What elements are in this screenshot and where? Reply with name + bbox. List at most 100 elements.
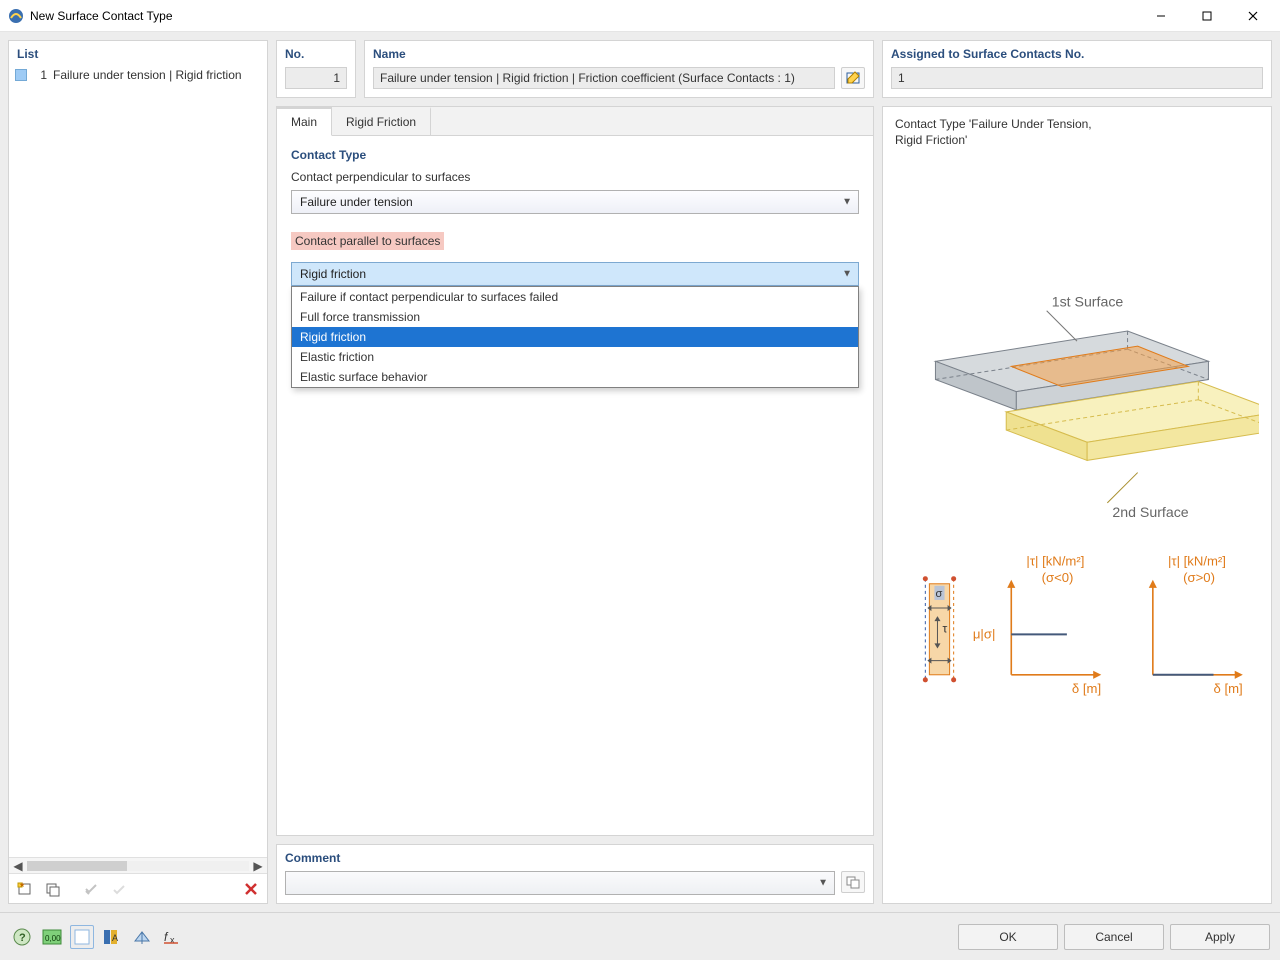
middle-left: Main Rigid Friction Contact Type Contact…: [276, 106, 874, 904]
delete-item-button[interactable]: [239, 877, 263, 901]
list-item[interactable]: 1 Failure under tension | Rigid friction: [9, 65, 267, 85]
dropdown-option-label: Elastic surface behavior: [300, 370, 427, 384]
tab-main[interactable]: Main: [277, 107, 332, 136]
perp-combo[interactable]: Failure under tension ▼: [291, 190, 859, 214]
list-horizontal-scrollbar[interactable]: ◀ ▶: [9, 857, 267, 873]
help-button[interactable]: ?: [10, 925, 34, 949]
tab-bar: Main Rigid Friction: [277, 107, 873, 136]
svg-text:σ: σ: [935, 588, 942, 600]
cancel-label: Cancel: [1095, 930, 1132, 944]
svg-text:(σ>0): (σ>0): [1183, 570, 1215, 585]
list-body: 1 Failure under tension | Rigid friction: [9, 65, 267, 857]
comment-label: Comment: [285, 851, 865, 865]
scroll-right-icon[interactable]: ▶: [251, 859, 265, 873]
dropdown-option[interactable]: Elastic surface behavior: [292, 367, 858, 387]
svg-text:0,00: 0,00: [45, 934, 61, 943]
no-value: 1: [333, 71, 340, 85]
contact-type-heading: Contact Type: [291, 148, 859, 162]
svg-text:★: ★: [19, 881, 25, 889]
tab-rigid-friction[interactable]: Rigid Friction: [332, 107, 431, 135]
chevron-down-icon: ▼: [818, 878, 828, 889]
scroll-thumb[interactable]: [27, 861, 127, 871]
content-area: List 1 Failure under tension | Rigid fri…: [0, 32, 1280, 912]
name-label: Name: [373, 47, 865, 61]
svg-text:A: A: [112, 933, 118, 943]
title-bar: New Surface Contact Type: [0, 0, 1280, 32]
dropdown-option-label: Failure if contact perpendicular to surf…: [300, 290, 558, 304]
list-item-index: 1: [33, 68, 47, 82]
dropdown-option[interactable]: Failure if contact perpendicular to surf…: [292, 287, 858, 307]
close-button[interactable]: [1230, 1, 1276, 31]
view-button[interactable]: [130, 925, 154, 949]
check-all-button[interactable]: [79, 877, 103, 901]
preview-title-line1: Contact Type 'Failure Under Tension,: [895, 117, 1259, 131]
parallel-dropdown-list: Failure if contact perpendicular to surf…: [291, 286, 859, 388]
comment-library-button[interactable]: [841, 871, 865, 893]
window-title: New Surface Contact Type: [30, 9, 173, 23]
list-header: List: [9, 41, 267, 65]
edit-name-button[interactable]: [841, 67, 865, 89]
ok-button[interactable]: OK: [958, 924, 1058, 950]
dropdown-option[interactable]: Full force transmission: [292, 307, 858, 327]
color-button[interactable]: [70, 925, 94, 949]
preview-panel: Contact Type 'Failure Under Tension, Rig…: [882, 106, 1272, 904]
list-toolbar: ★: [9, 873, 267, 903]
parallel-dropdown: Rigid friction ▼ Failure if contact perp…: [291, 262, 859, 286]
footer-bar: ? 0,00 A fx OK Cancel Apply: [0, 912, 1280, 960]
svg-text:|τ| [kN/m²]: |τ| [kN/m²]: [1026, 554, 1084, 569]
parallel-combo-value: Rigid friction: [300, 267, 366, 281]
cancel-button[interactable]: Cancel: [1064, 924, 1164, 950]
ok-label: OK: [999, 930, 1016, 944]
tab-container: Main Rigid Friction Contact Type Contact…: [276, 106, 874, 836]
parallel-combo[interactable]: Rigid friction ▼: [291, 262, 859, 286]
right-area: No. 1 Name Failure under tension | Rigid…: [276, 40, 1272, 904]
new-item-button[interactable]: ★: [13, 877, 37, 901]
dropdown-option-label: Rigid friction: [300, 330, 366, 344]
preview-title-line2: Rigid Friction': [895, 133, 1259, 147]
tab-main-label: Main: [291, 115, 317, 129]
comment-input[interactable]: ▼: [285, 871, 835, 895]
comment-box: Comment ▼: [276, 844, 874, 904]
uncheck-all-button[interactable]: [107, 877, 131, 901]
chevron-down-icon: ▼: [842, 269, 852, 280]
perp-combo-value: Failure under tension: [300, 195, 413, 209]
assigned-value: 1: [898, 71, 905, 85]
surf2-label: 2nd Surface: [1112, 504, 1188, 520]
list-item-text: Failure under tension | Rigid friction: [53, 68, 242, 82]
svg-text:τ: τ: [943, 621, 948, 635]
copy-item-button[interactable]: [41, 877, 65, 901]
svg-text:δ [m]: δ [m]: [1213, 681, 1242, 696]
maximize-button[interactable]: [1184, 1, 1230, 31]
svg-text:(σ<0): (σ<0): [1042, 570, 1074, 585]
svg-text:?: ?: [19, 932, 26, 944]
dropdown-option-label: Elastic friction: [300, 350, 374, 364]
top-fields: No. 1 Name Failure under tension | Rigid…: [276, 40, 1272, 98]
tab-body: Contact Type Contact perpendicular to su…: [277, 136, 873, 835]
svg-text:f: f: [164, 930, 169, 944]
name-field-box: Name Failure under tension | Rigid frict…: [364, 40, 874, 98]
apply-label: Apply: [1205, 930, 1235, 944]
list-item-icon: [15, 69, 27, 81]
assigned-field-box: Assigned to Surface Contacts No. 1: [882, 40, 1272, 98]
svg-text:δ [m]: δ [m]: [1072, 681, 1101, 696]
parallel-label: Contact parallel to surfaces: [291, 232, 444, 250]
middle-area: Main Rigid Friction Contact Type Contact…: [276, 106, 1272, 904]
apply-button[interactable]: Apply: [1170, 924, 1270, 950]
scroll-track[interactable]: [27, 861, 249, 871]
svg-text:|τ| [kN/m²]: |τ| [kN/m²]: [1168, 554, 1226, 569]
dropdown-option-selected[interactable]: Rigid friction: [292, 327, 858, 347]
assigned-label: Assigned to Surface Contacts No.: [891, 47, 1263, 61]
dropdown-option[interactable]: Elastic friction: [292, 347, 858, 367]
no-input[interactable]: 1: [285, 67, 347, 89]
fx-button[interactable]: fx: [160, 925, 184, 949]
name-value: Failure under tension | Rigid friction |…: [380, 71, 795, 85]
assigned-input[interactable]: 1: [891, 67, 1263, 89]
list-panel: List 1 Failure under tension | Rigid fri…: [8, 40, 268, 904]
minimize-button[interactable]: [1138, 1, 1184, 31]
font-button[interactable]: A: [100, 925, 124, 949]
chevron-down-icon: ▼: [842, 197, 852, 208]
units-button[interactable]: 0,00: [40, 925, 64, 949]
name-input[interactable]: Failure under tension | Rigid friction |…: [373, 67, 835, 89]
scroll-left-icon[interactable]: ◀: [11, 859, 25, 873]
no-field-box: No. 1: [276, 40, 356, 98]
